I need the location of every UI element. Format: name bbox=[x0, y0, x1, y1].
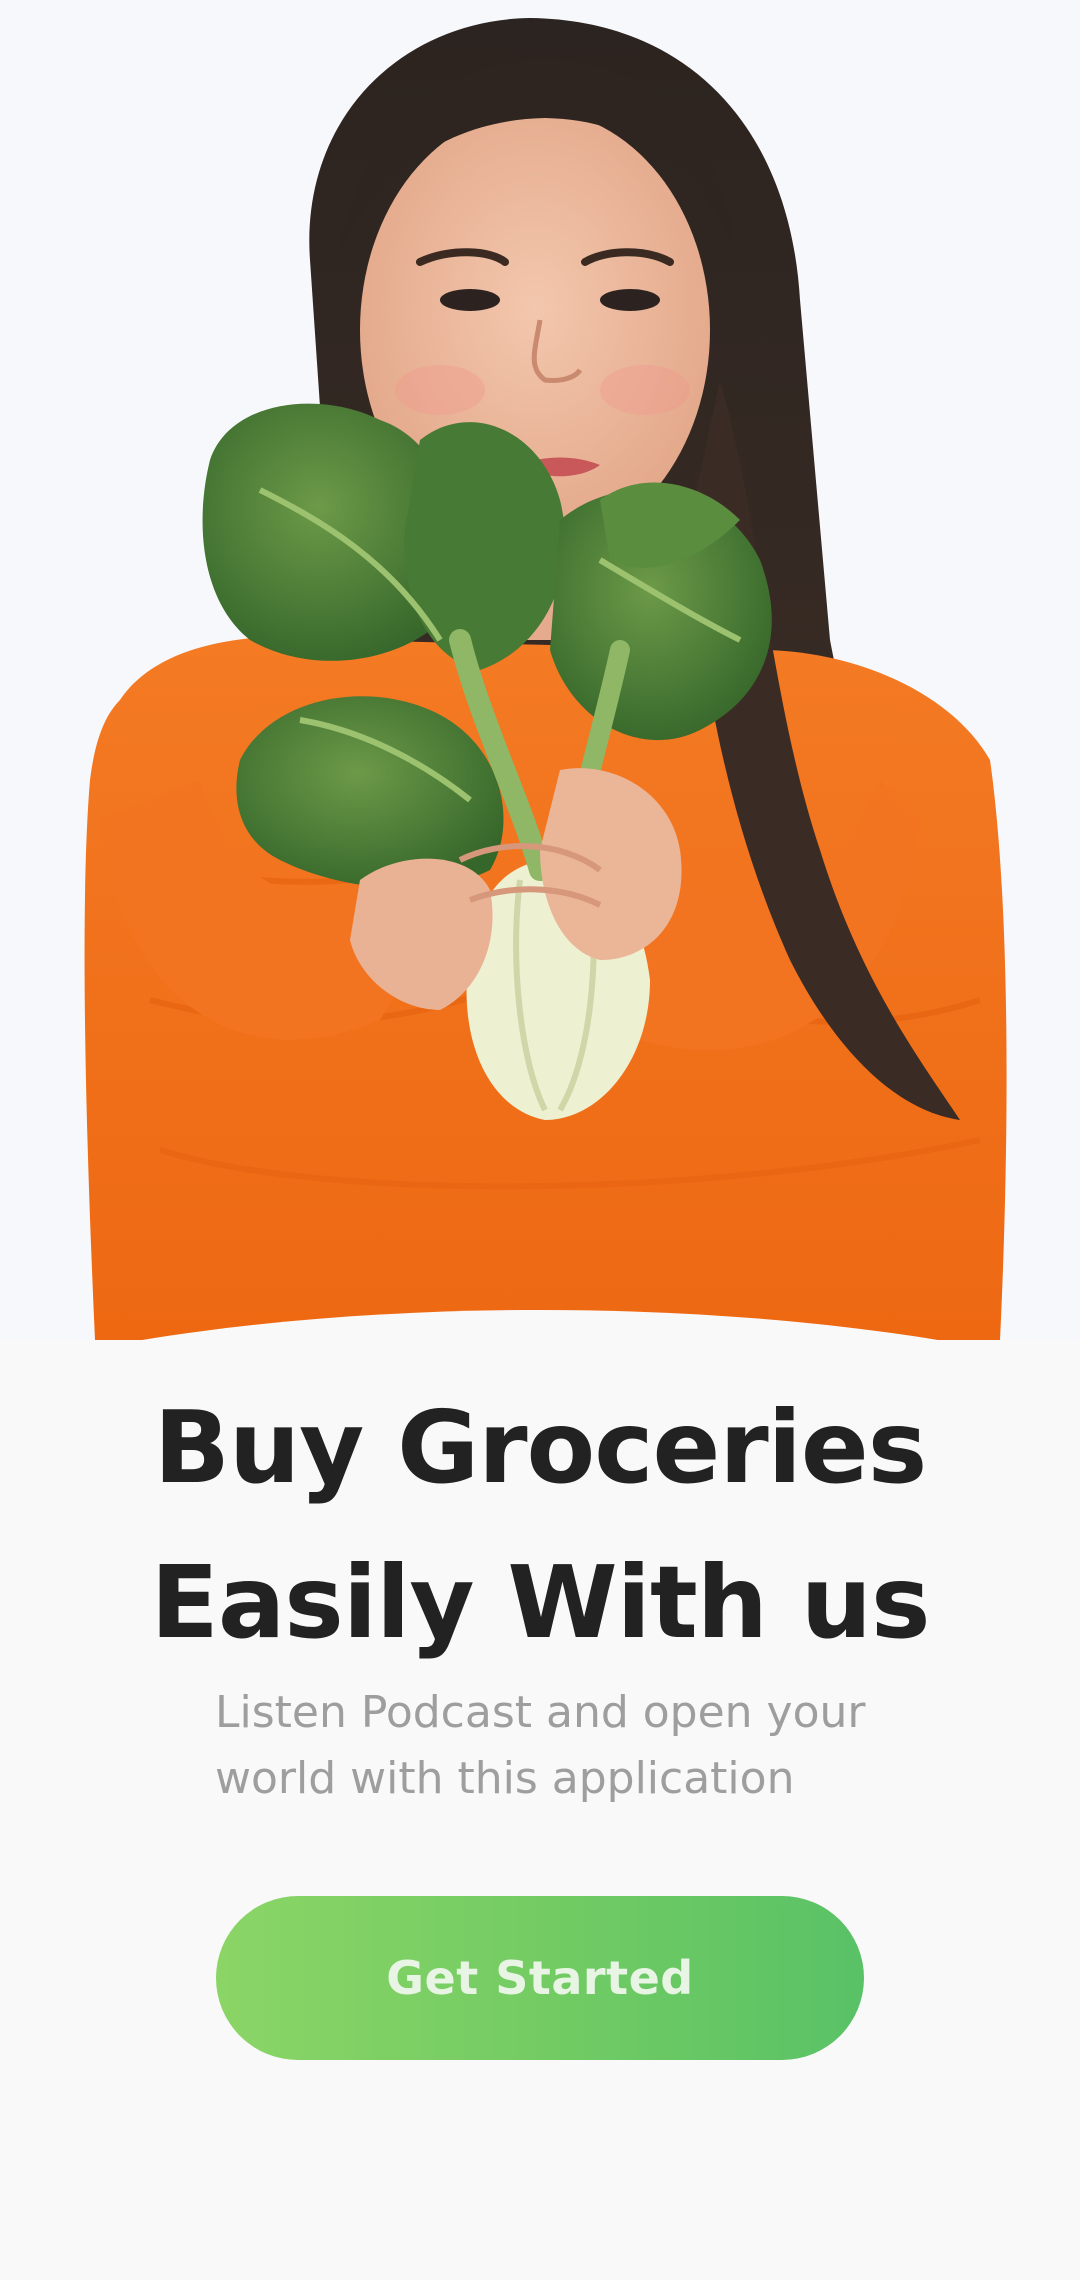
page-title-line-2: Easily With us bbox=[150, 1544, 931, 1661]
get-started-button[interactable]: Get Started bbox=[216, 1896, 864, 2060]
curve-divider bbox=[142, 1310, 938, 1340]
page-subtitle: Listen Podcast and open your world with … bbox=[215, 1687, 866, 1804]
page-title-line-1: Buy Groceries bbox=[153, 1389, 928, 1506]
hero-image bbox=[0, 0, 1080, 1340]
onboarding-screen: Buy Groceries Easily With us Listen Podc… bbox=[0, 0, 1080, 2280]
